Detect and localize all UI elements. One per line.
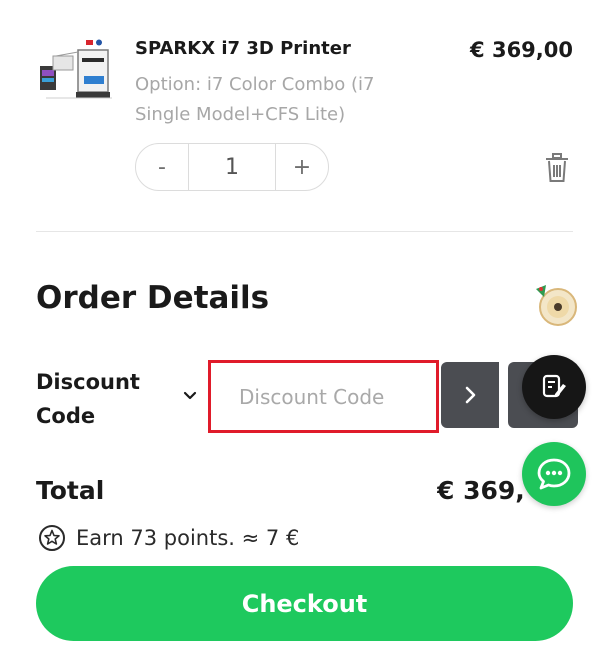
apply-discount-button[interactable]	[441, 362, 499, 428]
chat-bubble-icon	[537, 458, 571, 490]
discount-label-line1: Discount	[36, 370, 140, 394]
product-option-line1: Option: i7 Color Combo (i7	[135, 74, 375, 95]
chevron-right-icon	[465, 386, 476, 404]
quantity-value[interactable]: 1	[188, 144, 276, 190]
discount-label-line2: Code	[36, 404, 96, 428]
chevron-down-icon[interactable]	[181, 386, 199, 404]
product-thumbnail[interactable]	[36, 38, 116, 108]
checkout-button[interactable]: Checkout	[36, 566, 573, 641]
section-divider	[36, 231, 573, 232]
edit-note-button[interactable]	[522, 355, 586, 419]
quantity-increase-button[interactable]: +	[275, 144, 328, 190]
quantity-decrease-button[interactable]: -	[136, 144, 189, 190]
trash-icon[interactable]	[544, 153, 570, 183]
product-name[interactable]: SPARKX i7 3D Printer	[135, 38, 351, 59]
points-text: Earn 73 points. ≈ 7 €	[76, 526, 300, 550]
quantity-stepper: - 1 +	[135, 143, 329, 191]
star-circle-icon	[38, 524, 66, 552]
discount-code-label: Discount Code	[36, 365, 176, 433]
chat-button[interactable]	[522, 442, 586, 506]
total-label: Total	[36, 476, 105, 505]
product-price: € 369,00	[470, 38, 573, 62]
total-value: € 369,00	[437, 476, 523, 505]
product-option: Option: i7 Color Combo (i7 Single Model+…	[135, 70, 435, 130]
discount-code-input[interactable]	[208, 360, 439, 433]
product-option-line2: Single Model+CFS Lite)	[135, 104, 346, 125]
edit-note-icon	[542, 374, 566, 398]
reward-badge-icon[interactable]	[532, 281, 580, 329]
order-details-title: Order Details	[36, 280, 270, 316]
